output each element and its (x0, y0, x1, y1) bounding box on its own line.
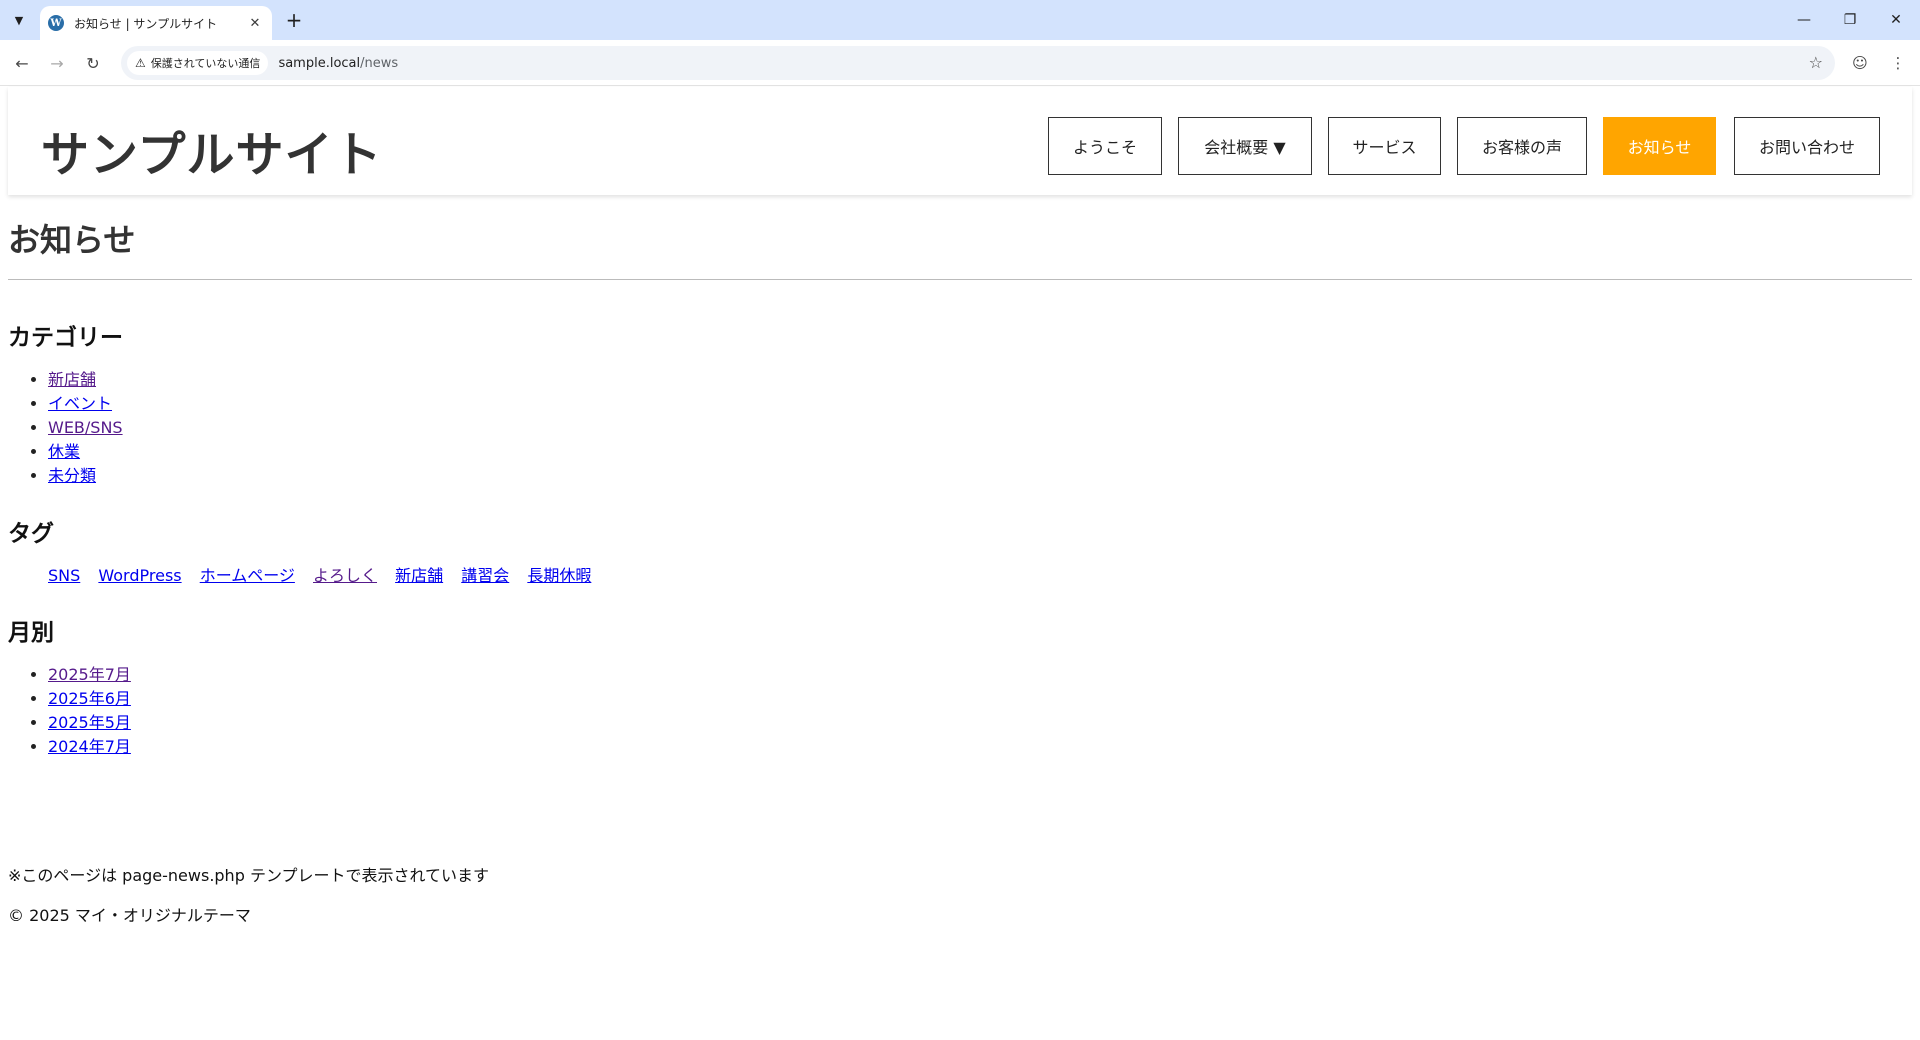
monthly-heading: 月別 (8, 620, 54, 646)
restore-icon[interactable]: ❐ (1827, 0, 1873, 40)
close-window-icon[interactable]: ✕ (1873, 0, 1919, 40)
nav-testimonials[interactable]: お客様の声 (1457, 117, 1587, 175)
list-item: 2025年5月 (48, 711, 131, 735)
list-item: 未分類 (48, 464, 123, 488)
nav-contact[interactable]: お問い合わせ (1734, 117, 1880, 175)
category-link[interactable]: 休業 (48, 442, 80, 461)
browser-toolbar: ← → ↻ ⚠ 保護されていない通信 sample.local/news ☆ ☺… (0, 40, 1920, 86)
profile-icon[interactable]: ☺ (1848, 51, 1872, 75)
back-icon[interactable]: ← (10, 51, 34, 75)
warning-icon: ⚠ (135, 56, 146, 70)
list-item: 2025年7月 (48, 663, 131, 687)
category-link[interactable]: イベント (48, 394, 112, 413)
monthly-archive-list: 2025年7月 2025年6月 2025年5月 2024年7月 (8, 663, 131, 759)
category-list: 新店舗 イベント WEB/SNS 休業 未分類 (8, 368, 123, 488)
address-bar[interactable]: ⚠ 保護されていない通信 sample.local/news ☆ (121, 46, 1835, 80)
reload-icon[interactable]: ↻ (81, 51, 105, 75)
category-link[interactable]: 新店舗 (48, 370, 96, 389)
tab-search-icon[interactable]: ▼ (7, 8, 31, 32)
list-item: 2025年6月 (48, 687, 131, 711)
url-text[interactable]: sample.local/news (278, 56, 398, 71)
list-item: 新店舗 (48, 368, 123, 392)
tag-link[interactable]: ホームページ (200, 566, 295, 585)
category-link[interactable]: 未分類 (48, 466, 96, 485)
tag-link[interactable]: よろしく (313, 566, 377, 585)
tag-link[interactable]: SNS (48, 566, 80, 585)
page-heading: お知らせ (8, 221, 136, 259)
new-tab-icon[interactable]: + (282, 8, 306, 32)
archive-link[interactable]: 2024年7月 (48, 737, 131, 756)
wordpress-icon: W (48, 15, 64, 31)
list-item: イベント (48, 392, 123, 416)
site-header: サンプルサイト ようこそ 会社概要 ▼ サービス お客様の声 お知らせ お問い合… (8, 87, 1912, 195)
list-item: 休業 (48, 440, 123, 464)
tag-link[interactable]: 新店舗 (395, 566, 443, 585)
heading-divider (8, 279, 1912, 280)
tags-heading: タグ (8, 521, 54, 547)
nav-company[interactable]: 会社概要 ▼ (1178, 117, 1312, 175)
copyright: © 2025 マイ・オリジナルテーマ (8, 906, 251, 925)
bookmark-star-icon[interactable]: ☆ (1809, 53, 1823, 72)
categories-heading: カテゴリー (8, 325, 123, 351)
browser-tab-active[interactable]: W お知らせ | サンプルサイト ✕ (40, 6, 272, 40)
nav-services[interactable]: サービス (1328, 117, 1441, 175)
forward-icon[interactable]: → (45, 51, 69, 75)
tag-cloud: SNS WordPress ホームページ よろしく 新店舗 講習会 長期休暇 (48, 564, 604, 588)
url-path: /news (360, 55, 399, 71)
nav-news[interactable]: お知らせ (1603, 117, 1716, 175)
url-host: sample.local (278, 55, 361, 71)
archive-link[interactable]: 2025年6月 (48, 689, 131, 708)
tag-link[interactable]: 講習会 (461, 566, 509, 585)
list-item: 2024年7月 (48, 735, 131, 759)
category-link[interactable]: WEB/SNS (48, 418, 123, 437)
security-chip[interactable]: ⚠ 保護されていない通信 (127, 51, 269, 75)
main-content: お知らせ カテゴリー 新店舗 イベント WEB/SNS 休業 未分類 タグ SN… (8, 220, 1912, 925)
tag-link[interactable]: WordPress (98, 566, 181, 585)
browser-tabstrip: ▼ W お知らせ | サンプルサイト ✕ + — ❐ ✕ (0, 0, 1920, 40)
minimize-icon[interactable]: — (1781, 0, 1827, 40)
nav-welcome[interactable]: ようこそ (1048, 117, 1162, 175)
menu-icon[interactable]: ⋮ (1886, 51, 1910, 75)
list-item: WEB/SNS (48, 416, 123, 440)
close-tab-icon[interactable]: ✕ (246, 16, 264, 31)
tag-link[interactable]: 長期休暇 (527, 566, 591, 585)
archive-link[interactable]: 2025年7月 (48, 665, 131, 684)
template-note: ※このページは page-news.php テンプレートで表示されています (8, 866, 489, 885)
security-label: 保護されていない通信 (150, 57, 261, 70)
main-nav: ようこそ 会社概要 ▼ サービス お客様の声 お知らせ お問い合わせ (8, 117, 1912, 175)
tab-title: お知らせ | サンプルサイト (74, 16, 218, 31)
archive-link[interactable]: 2025年5月 (48, 713, 131, 732)
